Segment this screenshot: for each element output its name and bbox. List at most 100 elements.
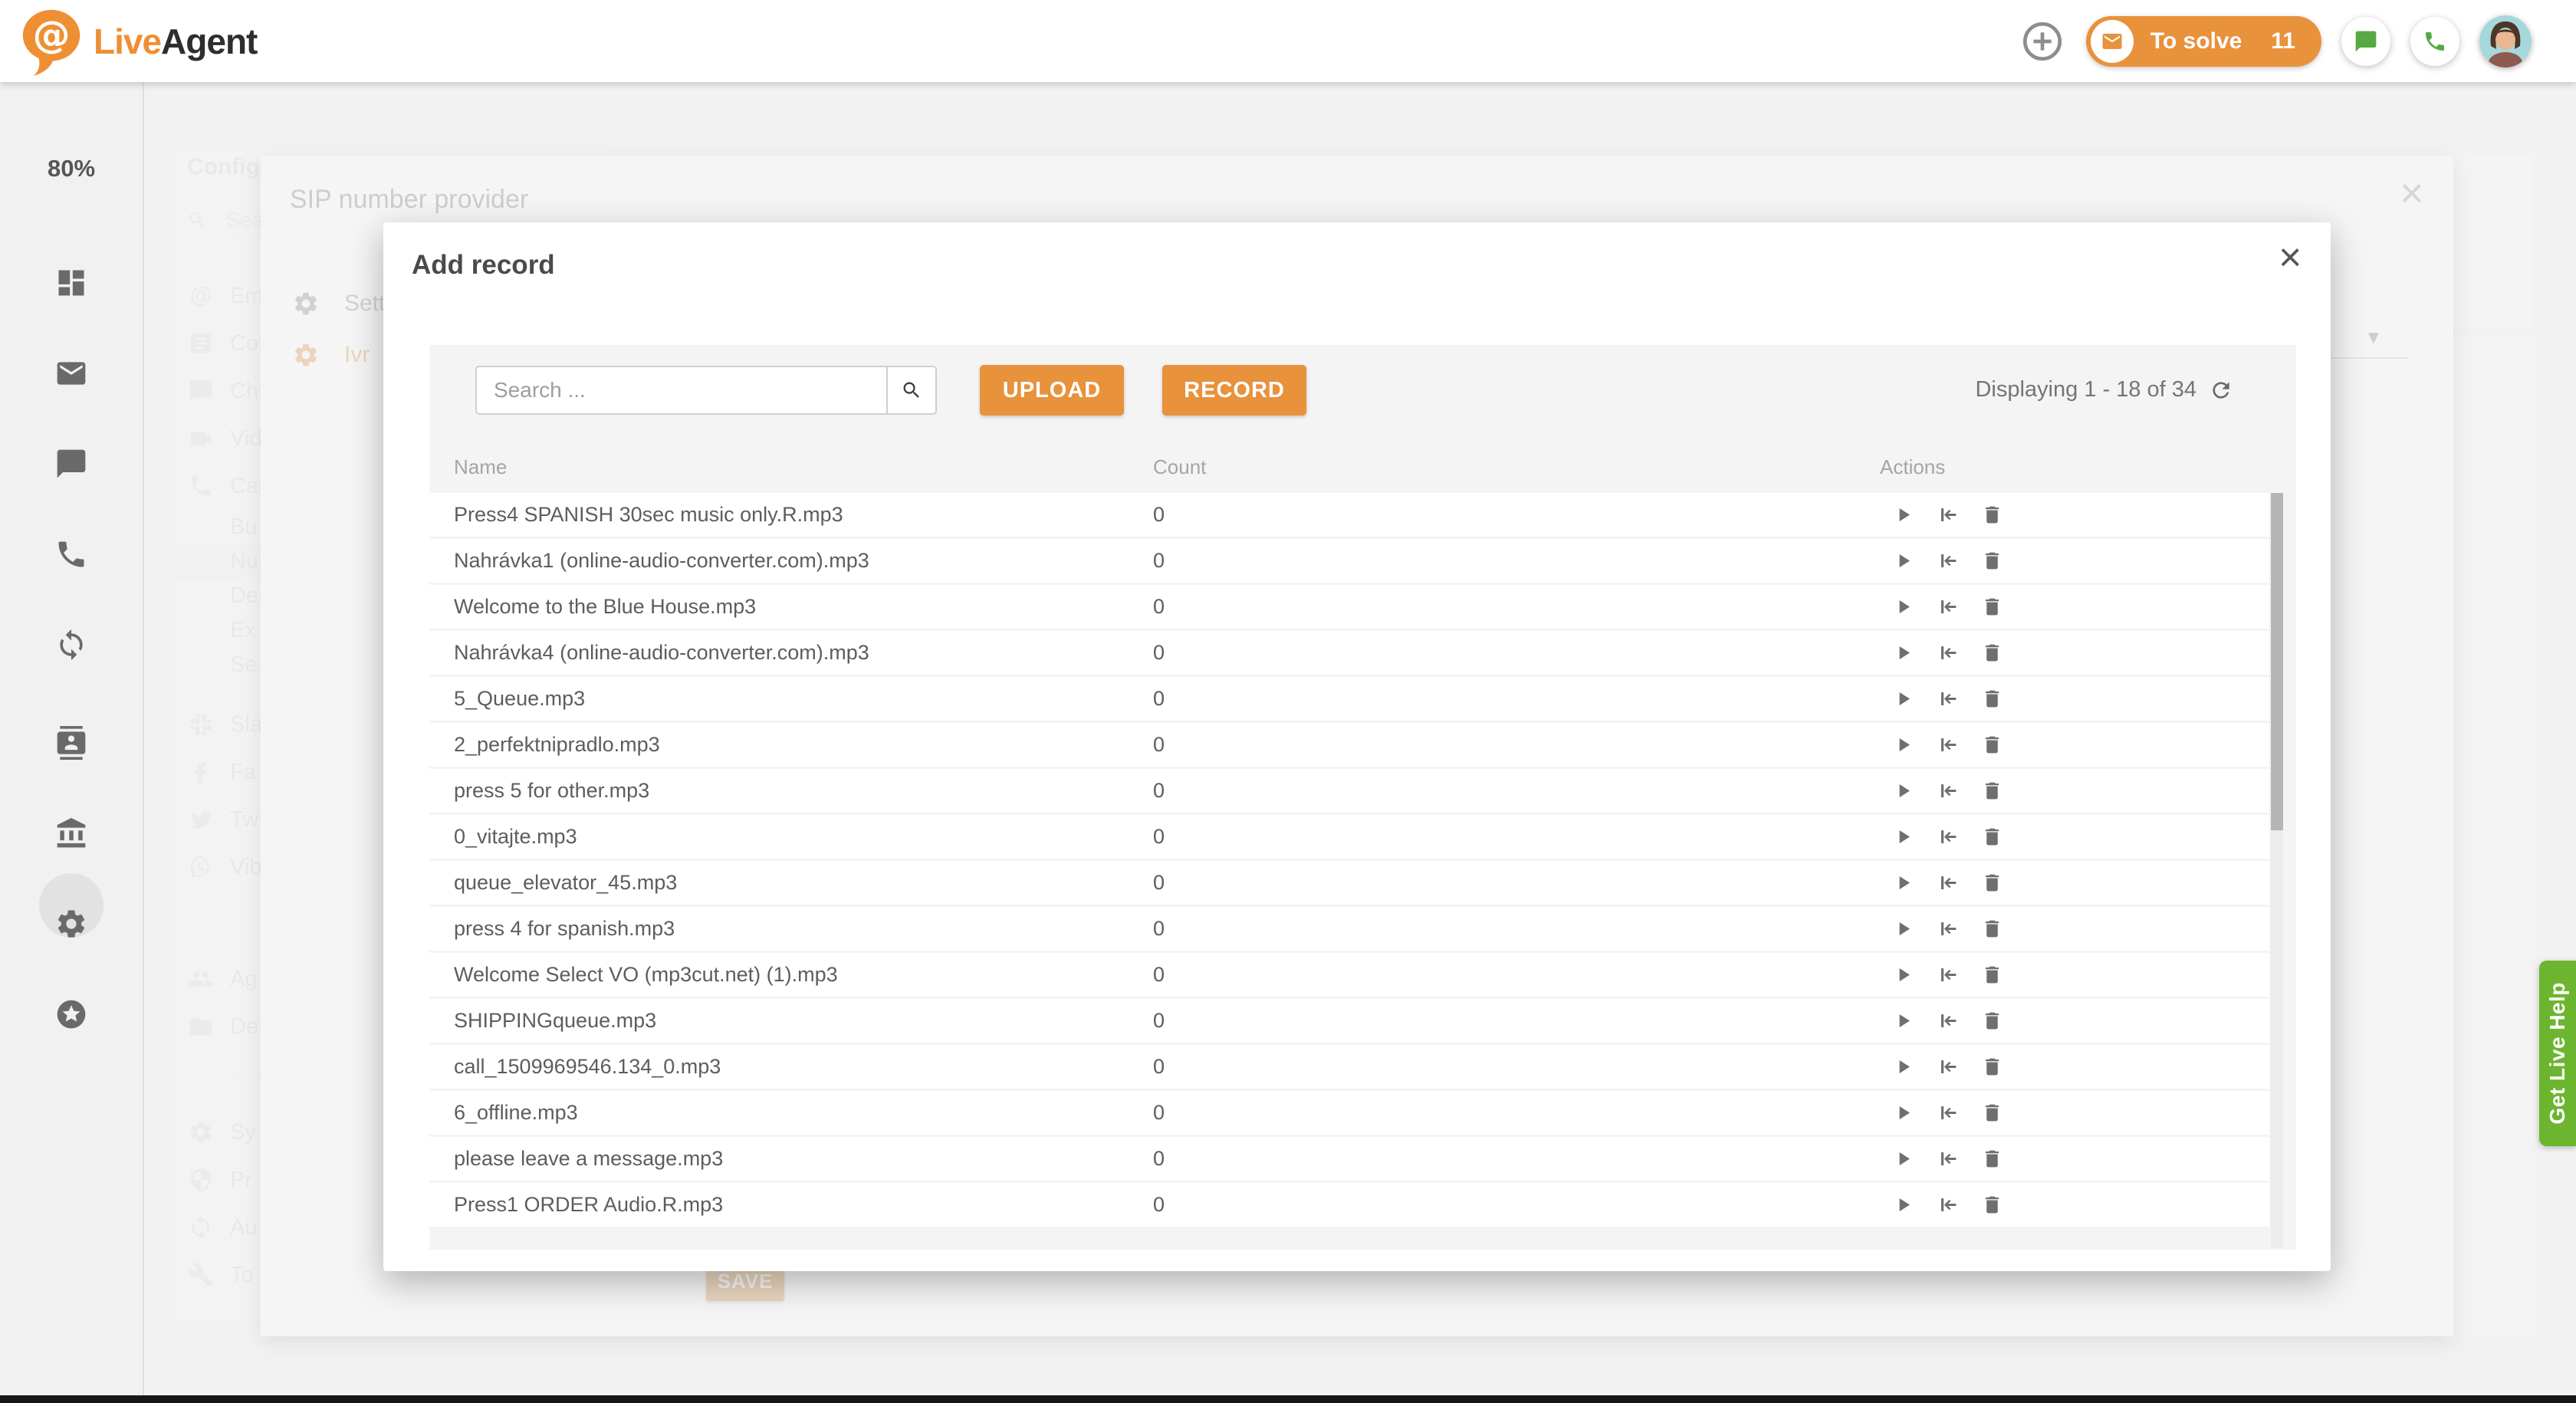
play-icon[interactable]: [1892, 826, 1914, 848]
delete-icon[interactable]: [1981, 826, 2003, 848]
play-icon[interactable]: [1892, 1102, 1914, 1124]
insert-icon[interactable]: [1937, 1102, 1959, 1124]
delete-icon[interactable]: [1981, 1056, 2003, 1078]
play-icon[interactable]: [1892, 964, 1914, 986]
svg-text:@: @: [33, 13, 71, 57]
table-row: please leave a message.mp3 0: [429, 1137, 2269, 1181]
scrollbar-thumb[interactable]: [2271, 493, 2283, 830]
delete-icon[interactable]: [1981, 1010, 2003, 1032]
record-name: please leave a message.mp3: [454, 1137, 723, 1181]
play-icon[interactable]: [1892, 1148, 1914, 1170]
play-icon[interactable]: [1892, 504, 1914, 526]
play-icon[interactable]: [1892, 918, 1914, 940]
record-name: 0_vitajte.mp3: [454, 815, 577, 859]
insert-icon[interactable]: [1937, 1010, 1959, 1032]
insert-icon[interactable]: [1937, 1148, 1959, 1170]
record-name: 6_offline.mp3: [454, 1091, 578, 1135]
refresh-icon[interactable]: [2209, 378, 2233, 402]
insert-icon[interactable]: [1937, 872, 1959, 894]
liveagent-logo[interactable]: @ LiveAgent: [17, 5, 257, 78]
insert-icon[interactable]: [1937, 504, 1959, 526]
delete-icon[interactable]: [1981, 1148, 2003, 1170]
bank-icon[interactable]: [54, 816, 88, 850]
insert-icon[interactable]: [1937, 964, 1959, 986]
delete-icon[interactable]: [1981, 780, 2003, 802]
to-solve-count: 11: [2271, 28, 2295, 54]
play-icon[interactable]: [1892, 780, 1914, 802]
chat-icon[interactable]: [54, 447, 88, 481]
insert-icon[interactable]: [1937, 550, 1959, 572]
play-icon[interactable]: [1892, 734, 1914, 756]
record-name: Welcome Select VO (mp3cut.net) (1).mp3: [454, 953, 838, 997]
phone-icon[interactable]: [54, 537, 88, 571]
insert-icon[interactable]: [1937, 826, 1959, 848]
chats-button[interactable]: [2341, 17, 2390, 66]
chat-icon: [2354, 29, 2378, 54]
delete-icon[interactable]: [1981, 688, 2003, 710]
phone-icon: [2423, 29, 2447, 54]
upload-button[interactable]: UPLOAD: [980, 365, 1124, 416]
insert-icon[interactable]: [1937, 1194, 1959, 1216]
record-name: press 4 for spanish.mp3: [454, 907, 675, 951]
record-actions: [1892, 780, 2003, 802]
gear-icon[interactable]: [54, 907, 88, 941]
play-icon[interactable]: [1892, 688, 1914, 710]
user-avatar[interactable]: [2479, 15, 2532, 67]
column-header-name: Name: [454, 455, 507, 479]
delete-icon[interactable]: [1981, 1194, 2003, 1216]
record-button[interactable]: RECORD: [1162, 365, 1306, 416]
record-count: 0: [1153, 815, 1165, 859]
delete-icon[interactable]: [1981, 642, 2003, 664]
calls-button[interactable]: [2410, 17, 2459, 66]
play-icon[interactable]: [1892, 550, 1914, 572]
contacts-icon[interactable]: [54, 726, 88, 760]
insert-icon[interactable]: [1937, 688, 1959, 710]
delete-icon[interactable]: [1981, 964, 2003, 986]
scrollbar-track[interactable]: [2271, 493, 2283, 1248]
delete-icon[interactable]: [1981, 872, 2003, 894]
record-count: 0: [1153, 769, 1165, 813]
logo-bubble-icon: @: [17, 5, 89, 78]
record-actions: [1892, 504, 2003, 526]
insert-icon[interactable]: [1937, 780, 1959, 802]
delete-icon[interactable]: [1981, 918, 2003, 940]
dashboard-icon[interactable]: [54, 266, 88, 300]
record-count: 0: [1153, 631, 1165, 675]
mail-icon[interactable]: [54, 356, 88, 390]
record-actions: [1892, 1056, 2003, 1078]
play-icon[interactable]: [1892, 1194, 1914, 1216]
delete-icon[interactable]: [1981, 550, 2003, 572]
record-actions: [1892, 688, 2003, 710]
play-icon[interactable]: [1892, 1056, 1914, 1078]
insert-icon[interactable]: [1937, 918, 1959, 940]
play-icon[interactable]: [1892, 1010, 1914, 1032]
paging-status: Displaying 1 - 18 of 34: [1975, 377, 2196, 402]
play-icon[interactable]: [1892, 596, 1914, 618]
record-name: Welcome to the Blue House.mp3: [454, 585, 756, 629]
star-icon[interactable]: [54, 997, 88, 1031]
record-search: [475, 366, 937, 415]
record-name: press 5 for other.mp3: [454, 769, 649, 813]
insert-icon[interactable]: [1937, 642, 1959, 664]
insert-icon[interactable]: [1937, 734, 1959, 756]
delete-icon[interactable]: [1981, 1102, 2003, 1124]
get-live-help-tab[interactable]: Get Live Help: [2539, 961, 2576, 1146]
table-row: 0_vitajte.mp3 0: [429, 815, 2269, 859]
table-row: Nahrávka1 (online-audio-converter.com).m…: [429, 539, 2269, 583]
search-input[interactable]: [477, 367, 886, 413]
play-icon[interactable]: [1892, 872, 1914, 894]
to-solve-button[interactable]: To solve 11: [2086, 16, 2321, 67]
play-icon[interactable]: [1892, 642, 1914, 664]
delete-icon[interactable]: [1981, 596, 2003, 618]
add-new-button[interactable]: [2019, 18, 2066, 65]
delete-icon[interactable]: [1981, 504, 2003, 526]
close-icon[interactable]: ×: [2279, 238, 2302, 278]
table-row: 2_perfektnipradlo.mp3 0: [429, 723, 2269, 767]
insert-icon[interactable]: [1937, 1056, 1959, 1078]
insert-icon[interactable]: [1937, 596, 1959, 618]
search-button[interactable]: [886, 367, 935, 413]
delete-icon[interactable]: [1981, 734, 2003, 756]
left-icon-rail: 80%: [0, 82, 144, 1403]
record-count: 0: [1153, 1091, 1165, 1135]
sync-icon[interactable]: [54, 628, 88, 662]
